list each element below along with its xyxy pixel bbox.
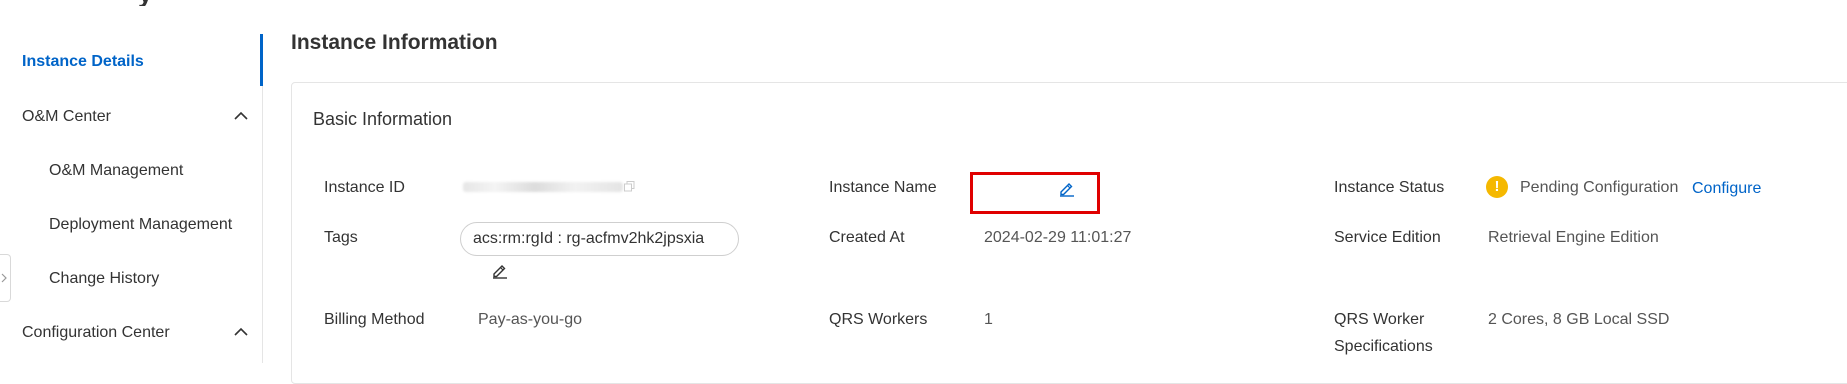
- page-title-fragment: y: [138, 0, 230, 6]
- instance-status-label: Instance Status: [1334, 179, 1445, 196]
- edit-icon[interactable]: [1058, 179, 1076, 197]
- sidebar-item-deployment-management[interactable]: Deployment Management: [49, 216, 232, 234]
- card-title: Basic Information: [313, 109, 453, 129]
- warning-icon: !: [1486, 176, 1508, 198]
- billing-method-value: Pay-as-you-go: [478, 311, 583, 328]
- collapse-arrow-icon: [1, 273, 7, 283]
- sidebar-item-change-history[interactable]: Change History: [49, 270, 159, 288]
- instance-status-value: Pending Configuration: [1520, 179, 1679, 196]
- instance-id-value: [463, 182, 623, 192]
- chevron-up-icon[interactable]: [234, 111, 248, 120]
- tag-pill[interactable]: acs:rm:rgId : rg-acfmv2hk2jpsxia: [460, 222, 739, 256]
- configure-link[interactable]: Configure: [1692, 180, 1761, 198]
- highlight-box: [970, 172, 1100, 214]
- sidebar-collapse-toggle[interactable]: [0, 254, 11, 302]
- chevron-up-icon[interactable]: [234, 327, 248, 336]
- sidebar-item-instance-details[interactable]: Instance Details: [22, 53, 144, 71]
- service-edition-label: Service Edition: [1334, 229, 1441, 246]
- qrs-workers-label: QRS Workers: [829, 311, 928, 328]
- instance-name-label: Instance Name: [829, 179, 937, 196]
- qrs-workers-value: 1: [984, 311, 993, 328]
- billing-method-label: Billing Method: [324, 311, 425, 328]
- sidebar-item-om-center[interactable]: O&M Center: [22, 108, 111, 126]
- page-title: Instance Information: [291, 31, 498, 54]
- qrs-worker-specs-label-line2: Specifications: [1334, 338, 1433, 355]
- edit-icon[interactable]: [491, 261, 509, 279]
- tags-label: Tags: [324, 229, 358, 246]
- sidebar-item-om-management[interactable]: O&M Management: [49, 162, 183, 180]
- instance-id-label: Instance ID: [324, 179, 405, 196]
- created-at-label: Created At: [829, 229, 905, 246]
- qrs-worker-specs-label-line1: QRS Worker: [1334, 311, 1425, 328]
- qrs-worker-specs-value: 2 Cores, 8 GB Local SSD: [1488, 311, 1670, 328]
- redacted-value: [463, 182, 623, 192]
- created-at-value: 2024-02-29 11:01:27: [984, 229, 1132, 246]
- sidebar-active-indicator: [260, 34, 263, 86]
- copy-icon[interactable]: [624, 181, 635, 192]
- sidebar-item-configuration-center[interactable]: Configuration Center: [22, 324, 170, 342]
- service-edition-value: Retrieval Engine Edition: [1488, 229, 1659, 246]
